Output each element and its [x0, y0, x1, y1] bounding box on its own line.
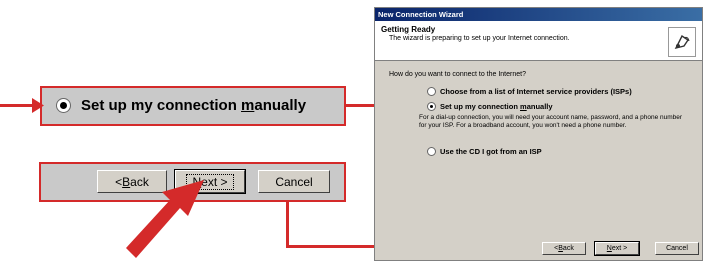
radio-button-icon[interactable]: [427, 147, 436, 156]
manual-setup-label: Set up my connection manually: [81, 97, 307, 114]
option-choose-isp[interactable]: Choose from a list of Internet service p…: [427, 87, 632, 96]
back-button[interactable]: < Back: [542, 242, 586, 255]
radio-button-icon[interactable]: [427, 102, 436, 111]
network-connection-icon: [668, 27, 696, 57]
question-label: How do you want to connect to the Intern…: [389, 71, 526, 78]
left-arrowhead-icon: [32, 98, 44, 113]
option-manual-setup[interactable]: Set up my connection manually: [427, 102, 553, 111]
option-use-cd[interactable]: Use the CD I got from an ISP: [427, 147, 542, 156]
manual-setup-radio-zoomed[interactable]: Set up my connection manually: [56, 97, 306, 114]
radio-button-icon[interactable]: [427, 87, 436, 96]
option-use-cd-label: Use the CD I got from an ISP: [440, 147, 542, 156]
pointer-arrow-icon: [126, 180, 204, 258]
dialog-header: Getting Ready The wizard is preparing to…: [375, 21, 702, 61]
next-button[interactable]: Next >: [594, 241, 640, 256]
header-subtitle: The wizard is preparing to set up your I…: [389, 35, 570, 42]
dialog-title-bar: New Connection Wizard: [375, 8, 702, 21]
connector-line-2-down: [286, 201, 289, 248]
radio-button-icon[interactable]: [56, 98, 71, 113]
new-connection-wizard-dialog: New Connection Wizard Getting Ready The …: [374, 7, 703, 261]
cancel-button[interactable]: Cancel: [655, 242, 699, 255]
option-manual-setup-label: Set up my connection manually: [440, 102, 553, 111]
cancel-button-zoomed[interactable]: Cancel: [258, 170, 330, 193]
left-arrow-line: [0, 104, 36, 107]
manual-setup-description: For a dial-up connection, you will need …: [419, 114, 683, 129]
header-title: Getting Ready: [381, 25, 436, 34]
option-choose-isp-label: Choose from a list of Internet service p…: [440, 87, 632, 96]
